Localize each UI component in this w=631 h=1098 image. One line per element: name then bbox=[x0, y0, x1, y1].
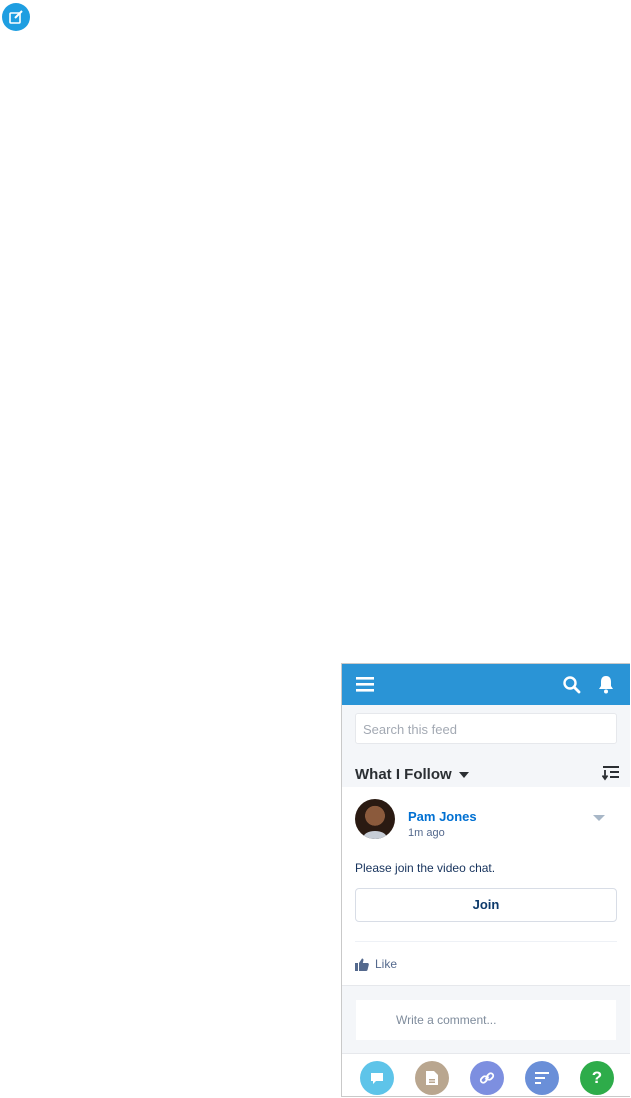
feed-post: Pam Jones 1m ago Please join the video c… bbox=[342, 787, 630, 984]
comment-bar: Write a comment... bbox=[342, 985, 630, 1054]
hamburger-menu-icon[interactable] bbox=[354, 675, 376, 693]
post-body: Please join the video chat. bbox=[355, 861, 496, 875]
chevron-down-icon bbox=[458, 771, 469, 778]
question-icon[interactable]: ? bbox=[580, 1061, 614, 1095]
poll-icon[interactable] bbox=[525, 1061, 559, 1095]
feed-filter-dropdown[interactable]: What I Follow bbox=[355, 766, 469, 783]
comment-input[interactable]: Write a comment... bbox=[356, 1000, 616, 1040]
divider bbox=[355, 941, 617, 942]
avatar[interactable] bbox=[355, 799, 395, 839]
feed-filter-label: What I Follow bbox=[355, 766, 452, 783]
notification-bell-icon[interactable] bbox=[595, 673, 617, 695]
top-navigation-bar bbox=[342, 664, 630, 705]
join-button[interactable]: Join bbox=[355, 888, 617, 922]
search-icon[interactable] bbox=[561, 674, 583, 696]
file-icon[interactable] bbox=[415, 1061, 449, 1095]
link-icon[interactable] bbox=[470, 1061, 504, 1095]
like-button[interactable]: Like bbox=[355, 957, 397, 971]
post-menu-chevron-icon[interactable] bbox=[593, 815, 605, 821]
sort-icon[interactable] bbox=[602, 765, 620, 781]
feed-search-input[interactable]: Search this feed bbox=[355, 713, 617, 744]
feed-controls: Search this feed What I Follow bbox=[342, 705, 630, 787]
post-timestamp: 1m ago bbox=[408, 827, 445, 839]
thumbs-up-icon bbox=[355, 958, 369, 971]
publisher-actions-bar: ? bbox=[342, 1053, 630, 1096]
edit-icon[interactable] bbox=[2, 3, 30, 31]
like-label: Like bbox=[375, 957, 398, 971]
mobile-feed-panel: Search this feed What I Follow Pam Jones… bbox=[341, 663, 630, 1097]
chat-bubble-icon[interactable] bbox=[360, 1061, 394, 1095]
post-author[interactable]: Pam Jones bbox=[408, 809, 477, 824]
